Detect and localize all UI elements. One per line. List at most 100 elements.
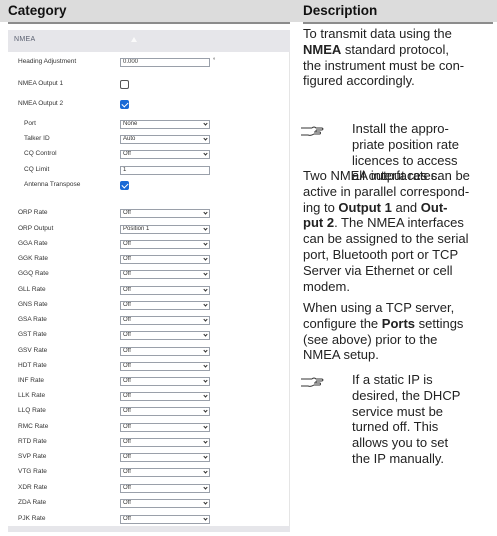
ggq-rate-select[interactable]: Off bbox=[120, 270, 210, 279]
chevron-down-icon bbox=[203, 454, 208, 459]
rtd-rate-select[interactable]: Off bbox=[120, 438, 210, 447]
orp-output-label: ORP Output bbox=[18, 225, 54, 232]
cq-limit-label: CQ Limit bbox=[24, 166, 50, 173]
gns-rate-label: GNS Rate bbox=[18, 301, 48, 308]
caret-up-icon[interactable] bbox=[131, 37, 137, 42]
talker-id-label: Talker ID bbox=[24, 135, 50, 142]
talker-id-select[interactable]: Auto bbox=[120, 135, 210, 144]
xdr-rate-label: XDR Rate bbox=[18, 484, 48, 491]
rtd-rate-label: RTD Rate bbox=[18, 438, 47, 445]
chevron-down-icon bbox=[203, 424, 208, 429]
interfaces-paragraph: Two NMEA interfaces can be active in par… bbox=[303, 168, 470, 294]
svp-rate-value: Off bbox=[123, 454, 131, 460]
cq-limit-value: 1 bbox=[123, 167, 127, 173]
chevron-down-icon bbox=[203, 378, 208, 383]
svp-rate-select[interactable]: Off bbox=[120, 453, 210, 462]
rmc-rate-label: RMC Rate bbox=[18, 423, 49, 430]
ggk-rate-label: GGK Rate bbox=[18, 255, 48, 262]
description-header: Description bbox=[303, 3, 378, 18]
cq-control-label: CQ Control bbox=[24, 150, 57, 157]
orp-rate-select[interactable]: Off bbox=[120, 209, 210, 218]
section-title: NMEA bbox=[14, 36, 36, 43]
chevron-down-icon bbox=[203, 121, 208, 126]
chevron-down-icon bbox=[203, 226, 208, 231]
cq-control-select[interactable]: Off bbox=[120, 150, 210, 159]
nmea-section-header[interactable]: NMEA bbox=[8, 30, 290, 52]
hdt-rate-label: HDT Rate bbox=[18, 362, 47, 369]
chevron-down-icon bbox=[203, 485, 208, 490]
ggk-rate-value: Off bbox=[123, 256, 131, 262]
vtg-rate-label: VTG Rate bbox=[18, 468, 47, 475]
chevron-down-icon bbox=[203, 363, 208, 368]
gst-rate-label: GST Rate bbox=[18, 331, 47, 338]
ggq-rate-value: Off bbox=[123, 271, 131, 277]
inf-rate-value: Off bbox=[123, 378, 131, 384]
rmc-rate-select[interactable]: Off bbox=[120, 423, 210, 432]
port-select[interactable]: None bbox=[120, 120, 210, 129]
chevron-down-icon bbox=[203, 241, 208, 246]
llq-rate-select[interactable]: Off bbox=[120, 407, 210, 416]
dhcp-note: If a static IP is desired, the DHCP serv… bbox=[352, 372, 461, 466]
rtd-rate-value: Off bbox=[123, 439, 131, 445]
llk-rate-label: LLK Rate bbox=[18, 392, 46, 399]
chevron-down-icon bbox=[203, 151, 208, 156]
hdt-rate-select[interactable]: Off bbox=[120, 362, 210, 371]
gga-rate-select[interactable]: Off bbox=[120, 240, 210, 249]
chevron-down-icon bbox=[203, 271, 208, 276]
xdr-rate-select[interactable]: Off bbox=[120, 484, 210, 493]
gns-rate-select[interactable]: Off bbox=[120, 301, 210, 310]
orp-output-value: Position 1 bbox=[123, 226, 150, 232]
chevron-down-icon bbox=[203, 210, 208, 215]
gsa-rate-select[interactable]: Off bbox=[120, 316, 210, 325]
gll-rate-value: Off bbox=[123, 287, 131, 293]
chevron-down-icon bbox=[203, 332, 208, 337]
chevron-down-icon bbox=[203, 302, 208, 307]
gsv-rate-select[interactable]: Off bbox=[120, 347, 210, 356]
orp-output-select[interactable]: Position 1 bbox=[120, 225, 210, 234]
chevron-down-icon bbox=[203, 516, 208, 521]
heading-adjustment-input[interactable]: 0.000 bbox=[120, 58, 210, 67]
gll-rate-select[interactable]: Off bbox=[120, 286, 210, 295]
chevron-down-icon bbox=[203, 500, 208, 505]
gll-rate-label: GLL Rate bbox=[18, 286, 46, 293]
llk-rate-value: Off bbox=[123, 393, 131, 399]
inf-rate-select[interactable]: Off bbox=[120, 377, 210, 386]
orp-rate-value: Off bbox=[123, 210, 131, 216]
inf-rate-label: INF Rate bbox=[18, 377, 45, 384]
gst-rate-select[interactable]: Off bbox=[120, 331, 210, 340]
ggq-rate-label: GGQ Rate bbox=[18, 270, 49, 277]
heading-adjustment-label: Heading Adjustment bbox=[18, 58, 77, 65]
tcp-paragraph: When using a TCP server, configure the P… bbox=[303, 300, 464, 363]
cq-limit-input[interactable]: 1 bbox=[120, 166, 210, 175]
chevron-down-icon bbox=[203, 136, 208, 141]
zda-rate-value: Off bbox=[123, 500, 131, 506]
antenna-transpose-checkbox[interactable] bbox=[120, 181, 129, 190]
port-value: None bbox=[123, 121, 138, 127]
vtg-rate-value: Off bbox=[123, 469, 131, 475]
chevron-down-icon bbox=[203, 469, 208, 474]
pjk-rate-value: Off bbox=[123, 516, 131, 522]
pointing-hand-icon bbox=[301, 126, 324, 136]
nmea-output-1-checkbox[interactable] bbox=[120, 80, 129, 89]
chevron-down-icon bbox=[203, 408, 208, 413]
gsa-rate-label: GSA Rate bbox=[18, 316, 47, 323]
gst-rate-value: Off bbox=[123, 332, 131, 338]
vtg-rate-select[interactable]: Off bbox=[120, 468, 210, 477]
unit-degree: ° bbox=[213, 58, 216, 64]
chevron-down-icon bbox=[203, 439, 208, 444]
chevron-down-icon bbox=[203, 287, 208, 292]
pointing-hand-icon bbox=[301, 377, 324, 387]
gsa-rate-value: Off bbox=[123, 317, 131, 323]
chevron-down-icon bbox=[203, 393, 208, 398]
heading-adjustment-value: 0.000 bbox=[123, 59, 139, 65]
chevron-down-icon bbox=[203, 256, 208, 261]
pjk-rate-select[interactable]: Off bbox=[120, 515, 210, 524]
hdt-rate-value: Off bbox=[123, 363, 131, 369]
zda-rate-select[interactable]: Off bbox=[120, 499, 210, 508]
ggk-rate-select[interactable]: Off bbox=[120, 255, 210, 264]
llq-rate-value: Off bbox=[123, 408, 131, 414]
header-rule-left bbox=[8, 22, 290, 24]
nmea-output-2-checkbox[interactable] bbox=[120, 100, 129, 109]
antenna-transpose-label: Antenna Transpose bbox=[24, 181, 81, 188]
llk-rate-select[interactable]: Off bbox=[120, 392, 210, 401]
